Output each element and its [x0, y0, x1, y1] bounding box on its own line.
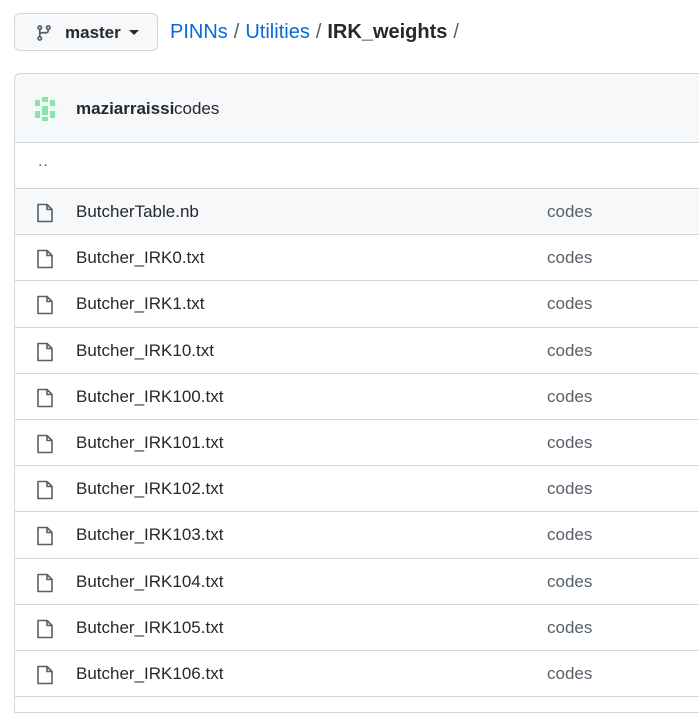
file-commit-message[interactable]: codes: [547, 341, 592, 361]
file-row[interactable]: Butcher_IRK104.txt codes: [15, 559, 699, 605]
file-row[interactable]: Butcher_IRK0.txt codes: [15, 235, 699, 282]
file-icon: [37, 296, 53, 315]
file-icon: [37, 480, 53, 500]
file-browser: maziarraissi codes .. ButcherTable.nb co…: [14, 73, 699, 713]
parent-directory-link[interactable]: ..: [38, 153, 49, 171]
file-name-link[interactable]: Butcher_IRK100.txt: [76, 387, 223, 407]
file-icon: [37, 619, 53, 638]
file-row[interactable]: Butcher_IRK105.txt codes: [15, 605, 699, 651]
file-row[interactable]: Butcher_IRK100.txt codes: [15, 374, 699, 420]
file-name-link[interactable]: Butcher_IRK104.txt: [76, 572, 223, 592]
file-icon: [37, 203, 53, 223]
breadcrumb: PINNs / Utilities / IRK_weights /: [170, 21, 465, 44]
commit-author-link[interactable]: maziarraissi: [76, 99, 174, 119]
file-name-link[interactable]: Butcher_IRK101.txt: [76, 433, 223, 453]
file-row[interactable]: Butcher_IRK102.txt codes: [15, 466, 699, 513]
file-name-link[interactable]: Butcher_IRK106.txt: [76, 664, 223, 684]
file-commit-message[interactable]: codes: [547, 433, 592, 453]
file-commit-message[interactable]: codes: [547, 202, 592, 222]
file-icon: [37, 249, 53, 269]
file-row[interactable]: Butcher_IRK103.txt codes: [15, 512, 699, 559]
file-name-link[interactable]: ButcherTable.nb: [76, 202, 199, 222]
git-branch-icon: [37, 25, 51, 41]
file-commit-message[interactable]: codes: [547, 248, 592, 268]
latest-commit-bar: maziarraissi codes: [15, 74, 699, 143]
breadcrumb-separator: /: [315, 21, 322, 43]
file-icon: [37, 388, 53, 408]
file-icon: [37, 342, 53, 361]
file-name-link[interactable]: Butcher_IRK1.txt: [76, 294, 205, 314]
breadcrumb-current: IRK_weights: [327, 21, 448, 43]
avatar[interactable]: [31, 95, 59, 123]
file-row[interactable]: ButcherTable.nb codes: [15, 189, 699, 236]
file-icon: [37, 573, 53, 592]
chevron-down-icon: [129, 30, 139, 35]
branch-name: master: [65, 23, 121, 42]
file-name-link[interactable]: Butcher_IRK103.txt: [76, 525, 223, 545]
file-commit-message[interactable]: codes: [547, 618, 592, 638]
file-name-link[interactable]: Butcher_IRK10.txt: [76, 341, 214, 361]
breadcrumb-repo-link[interactable]: PINNs: [170, 21, 228, 43]
file-row[interactable]: Butcher_IRK10.txt codes: [15, 328, 699, 374]
file-row[interactable]: Butcher_IRK1.txt codes: [15, 281, 699, 328]
breadcrumb-separator: /: [233, 21, 240, 43]
file-commit-message[interactable]: codes: [547, 294, 592, 314]
file-commit-message[interactable]: codes: [547, 525, 592, 545]
file-icon: [37, 434, 53, 454]
repo-header: master PINNs / Utilities / IRK_weights /: [0, 0, 699, 70]
file-name-link[interactable]: Butcher_IRK0.txt: [76, 248, 205, 268]
parent-directory-row[interactable]: ..: [15, 143, 699, 189]
commit-message-link[interactable]: codes: [174, 99, 219, 119]
file-name-link[interactable]: Butcher_IRK102.txt: [76, 479, 223, 499]
file-icon: [37, 665, 53, 685]
file-list: ButcherTable.nb codes Butcher_IRK0.txt c…: [15, 189, 699, 698]
file-commit-message[interactable]: codes: [547, 387, 592, 407]
branch-select-button[interactable]: master: [14, 13, 158, 51]
file-icon: [37, 527, 53, 546]
file-commit-message[interactable]: codes: [547, 572, 592, 592]
file-commit-message[interactable]: codes: [547, 664, 592, 684]
breadcrumb-separator: /: [453, 21, 459, 43]
file-row[interactable]: Butcher_IRK106.txt codes: [15, 651, 699, 698]
file-row[interactable]: Butcher_IRK101.txt codes: [15, 420, 699, 467]
file-name-link[interactable]: Butcher_IRK105.txt: [76, 618, 223, 638]
breadcrumb-folder-link[interactable]: Utilities: [245, 21, 309, 43]
file-commit-message[interactable]: codes: [547, 479, 592, 499]
